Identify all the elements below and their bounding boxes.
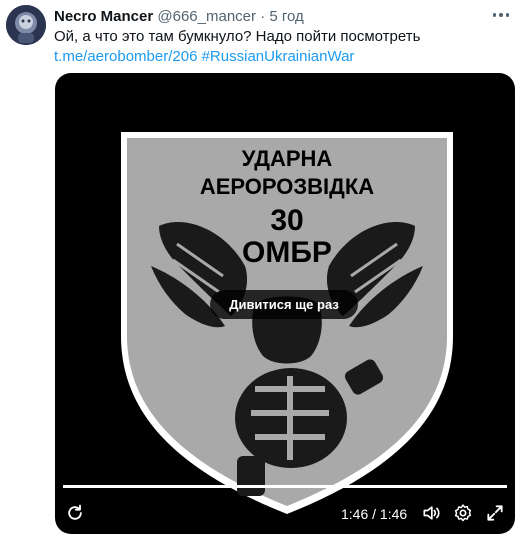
tweet-body: Ой, а что это там бумкнуло? Надо пойти п…	[54, 28, 421, 45]
tweet-header: Necro Mancer @666_mancer · 5 год	[54, 7, 304, 26]
patch-line-3: 30	[270, 204, 303, 237]
display-name[interactable]: Necro Mancer	[54, 8, 153, 25]
replay-label: Дивитися ще раз	[229, 297, 339, 312]
patch-line-4: ОМБР	[242, 236, 332, 269]
video-progress-bar[interactable]	[63, 485, 507, 488]
video-player[interactable]: УДАРНА АЕРОРОЗВІДКА 30 ОМБР Дивитися ще …	[55, 73, 515, 534]
replay-icon[interactable]	[63, 501, 87, 525]
volume-icon[interactable]	[419, 501, 443, 525]
tweet-hashtag[interactable]: #RussianUkrainianWar	[202, 48, 355, 65]
avatar-image	[6, 5, 46, 45]
user-handle[interactable]: @666_mancer	[157, 8, 256, 25]
more-icon[interactable]	[488, 4, 514, 26]
settings-icon[interactable]	[451, 501, 475, 525]
video-progress-fill	[63, 485, 507, 488]
tweet: Necro Mancer @666_mancer · 5 год Ой, а ч…	[0, 0, 519, 541]
unit-patch-image: УДАРНА АЕРОРОЗВІДКА 30 ОМБР	[121, 132, 453, 514]
video-timestamp: 1:46 / 1:46	[341, 506, 408, 522]
patch-line-1: УДАРНА	[242, 146, 333, 171]
tweet-text: Ой, а что это там бумкнуло? Надо пойти п…	[54, 27, 504, 67]
video-controls: 1:46 / 1:46	[55, 498, 515, 530]
separator-dot: ·	[260, 8, 266, 25]
tweet-link[interactable]: t.me/aerobomber/206	[54, 48, 197, 65]
timestamp-ago[interactable]: 5 год	[269, 8, 303, 25]
patch-line-2: АЕРОРОЗВІДКА	[200, 174, 374, 199]
avatar[interactable]	[6, 5, 46, 45]
fullscreen-icon[interactable]	[483, 501, 507, 525]
replay-button[interactable]: Дивитися ще раз	[210, 290, 358, 319]
